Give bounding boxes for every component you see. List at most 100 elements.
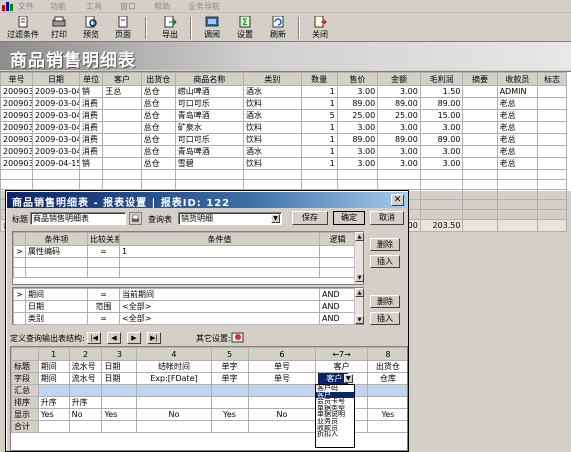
- title-input[interactable]: 商品销售明细表: [30, 212, 126, 225]
- condition-cell[interactable]: [319, 267, 356, 278]
- scroll-down-icon[interactable]: ▼: [355, 273, 364, 282]
- output-cell[interactable]: 客户: [315, 360, 368, 373]
- output-cell[interactable]: [101, 420, 138, 433]
- insert-filter-button[interactable]: 插入: [370, 312, 400, 325]
- dropdown-option[interactable]: 折扣人: [316, 431, 354, 438]
- refresh-button[interactable]: 刷新: [263, 15, 293, 41]
- condition-cell[interactable]: [13, 257, 26, 268]
- next-icon[interactable]: ▶: [127, 332, 141, 344]
- column-number[interactable]: 2: [68, 347, 103, 361]
- column-header[interactable]: 毛利润: [419, 72, 464, 86]
- output-cell[interactable]: [247, 384, 317, 397]
- output-cell[interactable]: 日期: [101, 360, 138, 373]
- prev-icon[interactable]: ◀: [107, 332, 121, 344]
- column-header[interactable]: 出货仓: [140, 72, 176, 86]
- output-cell[interactable]: [136, 384, 212, 397]
- scroll-down-icon[interactable]: ▼: [355, 315, 364, 324]
- output-cell[interactable]: 单字: [210, 372, 249, 385]
- output-row[interactable]: 标题 期间 流水号 日期 结帐时间 单字 单号 客户 出货仓: [11, 360, 407, 373]
- table-row[interactable]: 200903 2009-03-04 消费 总仓 矿泉水 饮料 1 3.00 3.00 3.00 老总: [0, 121, 567, 134]
- other-settings-button[interactable]: [231, 331, 245, 344]
- column-header[interactable]: 数量: [300, 72, 338, 86]
- output-cell[interactable]: [366, 396, 407, 409]
- condition-operator[interactable]: =: [87, 245, 120, 258]
- condition-cell[interactable]: [87, 267, 120, 278]
- filter-item[interactable]: 日期: [25, 300, 88, 313]
- output-cell[interactable]: [37, 420, 70, 433]
- page-button[interactable]: 页面: [108, 15, 138, 41]
- output-cell[interactable]: [68, 384, 103, 397]
- table-row[interactable]: 200903 2009-04-15 销总仓 雪碧 饮料 1 3.00 3.00 3.00 老总: [0, 157, 567, 170]
- output-cell[interactable]: 结帐时间: [136, 360, 212, 373]
- scroll-up-icon[interactable]: ▲: [355, 232, 364, 241]
- output-cell[interactable]: 期间: [37, 360, 70, 373]
- column-header[interactable]: 日期: [31, 72, 80, 86]
- first-icon[interactable]: |◀: [87, 332, 101, 344]
- dropdown-option[interactable]: 收款员: [316, 425, 354, 432]
- dialog-close-button[interactable]: ✕: [391, 194, 404, 206]
- cancel-button[interactable]: 取消: [370, 211, 404, 225]
- output-cell[interactable]: [210, 420, 249, 433]
- view-button[interactable]: 调阅: [197, 15, 227, 41]
- filter-value[interactable]: <全部>: [119, 300, 320, 313]
- output-cell[interactable]: [37, 384, 70, 397]
- menu-business-nav[interactable]: 业务导航: [188, 1, 220, 12]
- output-row[interactable]: 字段 期间 流水号 日期 Exp:[FDate] 单字 单号 客户 ▼ 仓库: [11, 372, 407, 385]
- column-header[interactable]: 收款员: [496, 72, 539, 86]
- filter-row[interactable]: > 期间 = 当前期间 AND: [13, 288, 356, 301]
- output-cell[interactable]: No: [247, 408, 317, 421]
- save-button[interactable]: 保存: [292, 211, 328, 225]
- scrollbar[interactable]: ▲ ▼: [354, 288, 364, 324]
- column-header[interactable]: 单号: [0, 72, 33, 86]
- chevron-down-icon[interactable]: ▼: [343, 374, 353, 383]
- output-cell[interactable]: Yes: [37, 408, 70, 421]
- column-header[interactable]: 标志: [537, 72, 567, 86]
- dialog-titlebar[interactable]: 商品销售明细表 - 报表设置 | 报表ID: 122 ✕: [7, 192, 407, 209]
- menu-tools[interactable]: 工具: [86, 1, 102, 12]
- filter-item[interactable]: 类别: [25, 312, 88, 325]
- output-cell[interactable]: Yes: [366, 408, 407, 421]
- title-edit-button[interactable]: [129, 212, 142, 225]
- table-row[interactable]: 200903 2009-03-04 消费 总仓 青岛啤酒 酒水 5 25.00 25.00 15.…: [0, 109, 567, 122]
- filter-row[interactable]: 类别 = <全部> AND: [13, 312, 356, 325]
- table-row[interactable]: 200903 2009-03-04 销王总 总仓 崂山啤酒 酒水 1 3.00 3.00 1.50…: [0, 85, 567, 98]
- condition-logic[interactable]: [319, 245, 356, 258]
- column-number[interactable]: 3: [101, 347, 138, 361]
- column-header[interactable]: 客户: [102, 72, 142, 86]
- output-cell[interactable]: 单号: [247, 360, 317, 373]
- column-number[interactable]: 6: [247, 347, 317, 361]
- delete-filter-button[interactable]: 删除: [370, 295, 400, 308]
- output-cell[interactable]: [247, 420, 317, 433]
- print-button[interactable]: 打印: [44, 15, 74, 41]
- column-number[interactable]: 5: [210, 347, 249, 361]
- filter-operator[interactable]: =: [87, 312, 120, 325]
- column-number[interactable]: 1: [37, 347, 70, 361]
- filter-logic[interactable]: AND: [319, 312, 356, 325]
- output-cell[interactable]: No: [136, 408, 212, 421]
- column-header[interactable]: 单位: [78, 72, 104, 86]
- condition-cell[interactable]: [25, 257, 88, 268]
- dropdown-option[interactable]: 会员卡号: [316, 398, 354, 405]
- scroll-up-icon[interactable]: ▲: [355, 288, 364, 297]
- output-cell[interactable]: [210, 396, 249, 409]
- column-number[interactable]: 8: [366, 347, 407, 361]
- output-cell[interactable]: 升序: [68, 396, 103, 409]
- dropdown-option[interactable]: 单据说明: [316, 411, 354, 418]
- condition-row[interactable]: [13, 267, 356, 278]
- output-cell[interactable]: [68, 420, 103, 433]
- table-row[interactable]: 200903 2009-03-04 消费 总仓 可口可乐 饮料 1 89.00 89.00 89.…: [0, 133, 567, 146]
- filter-item[interactable]: 期间: [25, 288, 88, 301]
- condition-value[interactable]: 1: [119, 245, 320, 258]
- filter-value[interactable]: <全部>: [119, 312, 320, 325]
- dropdown-option[interactable]: 单据类型: [316, 405, 354, 412]
- output-cell[interactable]: [247, 396, 317, 409]
- table-row[interactable]: 200903 2009-03-04 消费 总仓 可口可乐 饮料 1 89.00 89.00 89.…: [0, 97, 567, 110]
- output-cell[interactable]: 单字: [210, 360, 249, 373]
- menu-file[interactable]: 文件: [18, 1, 34, 12]
- output-cell[interactable]: Yes: [210, 408, 249, 421]
- condition-cell[interactable]: [119, 257, 320, 268]
- column-header[interactable]: 摘要: [462, 72, 498, 86]
- condition-row[interactable]: [13, 257, 356, 268]
- insert-condition-button[interactable]: 插入: [370, 255, 400, 268]
- condition-cell[interactable]: [119, 267, 320, 278]
